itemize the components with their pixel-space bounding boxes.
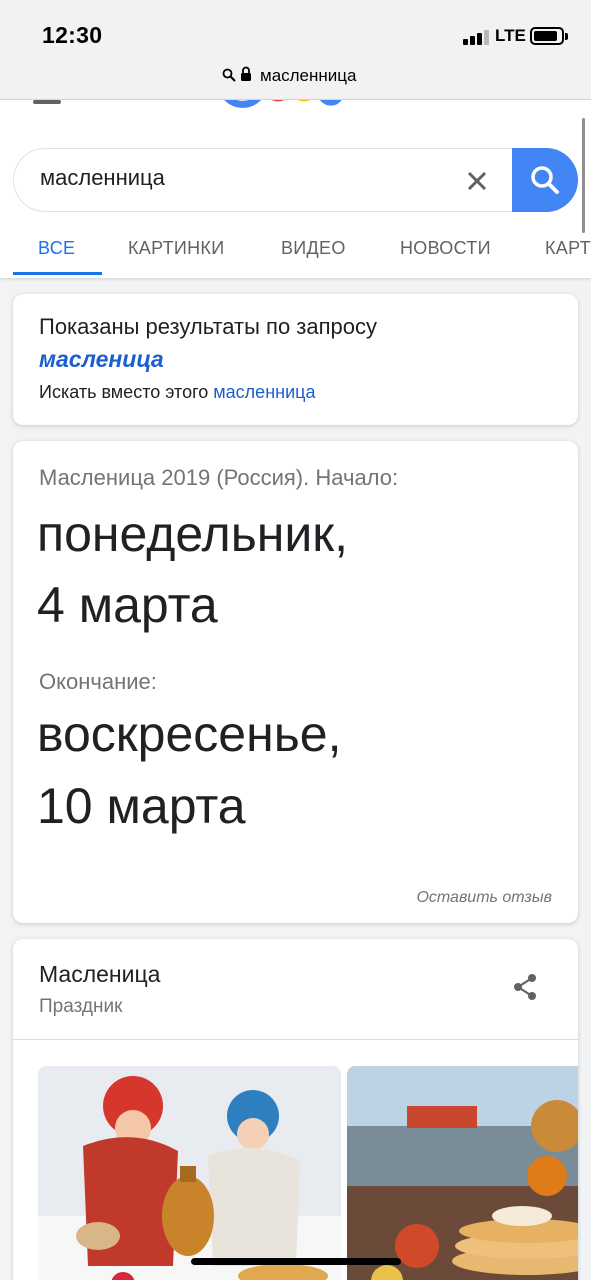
status-time: 12:30 bbox=[42, 22, 103, 48]
clear-icon[interactable] bbox=[465, 169, 489, 193]
original-query-link[interactable]: масленница bbox=[213, 382, 315, 402]
tab-all[interactable]: ВСЕ bbox=[38, 238, 75, 259]
kp-title: Масленица bbox=[39, 961, 161, 987]
tab-videos[interactable]: ВИДЕО bbox=[281, 238, 346, 259]
search-icon bbox=[531, 166, 559, 194]
home-indicator[interactable] bbox=[191, 1258, 401, 1265]
menu-icon[interactable] bbox=[33, 100, 61, 104]
tab-news[interactable]: НОВОСТИ bbox=[400, 238, 491, 259]
search-box[interactable] bbox=[13, 148, 578, 212]
start-weekday: понедельник, bbox=[37, 506, 349, 562]
feedback-link[interactable]: Оставить отзыв bbox=[416, 889, 552, 907]
network-type: LTE bbox=[495, 26, 526, 45]
lock-icon bbox=[241, 66, 251, 81]
search-icon bbox=[222, 68, 236, 82]
holiday-dates-card: Масленица 2019 (Россия). Начало: понедел… bbox=[13, 441, 578, 923]
kp-image-pancakes[interactable] bbox=[347, 1066, 578, 1280]
active-tab-indicator bbox=[13, 272, 102, 275]
end-date: 10 марта bbox=[37, 778, 246, 834]
search-instead-line: Искать вместо этого масленница bbox=[39, 382, 315, 403]
address-bar[interactable]: масленница bbox=[0, 58, 591, 100]
kp-divider bbox=[13, 1039, 578, 1040]
end-weekday: воскресенье, bbox=[37, 706, 342, 762]
corrected-query-link[interactable]: масленица bbox=[39, 346, 164, 373]
dates-heading: Масленица 2019 (Россия). Начало: bbox=[39, 465, 399, 490]
search-button[interactable] bbox=[512, 148, 578, 212]
search-input[interactable] bbox=[40, 165, 440, 191]
knowledge-panel: Масленица Праздник bbox=[13, 939, 578, 1280]
battery-icon bbox=[530, 27, 564, 45]
correction-notice: Показаны результаты по запросу bbox=[39, 314, 378, 339]
search-header: ВСЕ КАРТИНКИ ВИДЕО НОВОСТИ КАРТЫ bbox=[0, 100, 591, 278]
tab-maps[interactable]: КАРТЫ bbox=[545, 238, 591, 259]
share-icon[interactable] bbox=[510, 972, 540, 1002]
search-instead-label: Искать вместо этого bbox=[39, 382, 209, 402]
spelling-correction-card: Показаны результаты по запросу масленица… bbox=[13, 294, 578, 425]
scrollbar[interactable] bbox=[582, 118, 585, 233]
battery-nub bbox=[565, 33, 568, 40]
kp-image-children[interactable] bbox=[38, 1066, 341, 1280]
search-tabs: ВСЕ КАРТИНКИ ВИДЕО НОВОСТИ КАРТЫ bbox=[0, 230, 591, 276]
kp-subtitle: Праздник bbox=[39, 996, 123, 1017]
end-label: Окончание: bbox=[39, 669, 157, 694]
tab-images[interactable]: КАРТИНКИ bbox=[128, 238, 224, 259]
status-bar: 12:30 LTE bbox=[0, 0, 591, 58]
google-logo[interactable] bbox=[220, 100, 370, 124]
start-date: 4 марта bbox=[37, 577, 218, 633]
url-text: масленница bbox=[260, 66, 357, 85]
signal-icon bbox=[463, 29, 491, 45]
